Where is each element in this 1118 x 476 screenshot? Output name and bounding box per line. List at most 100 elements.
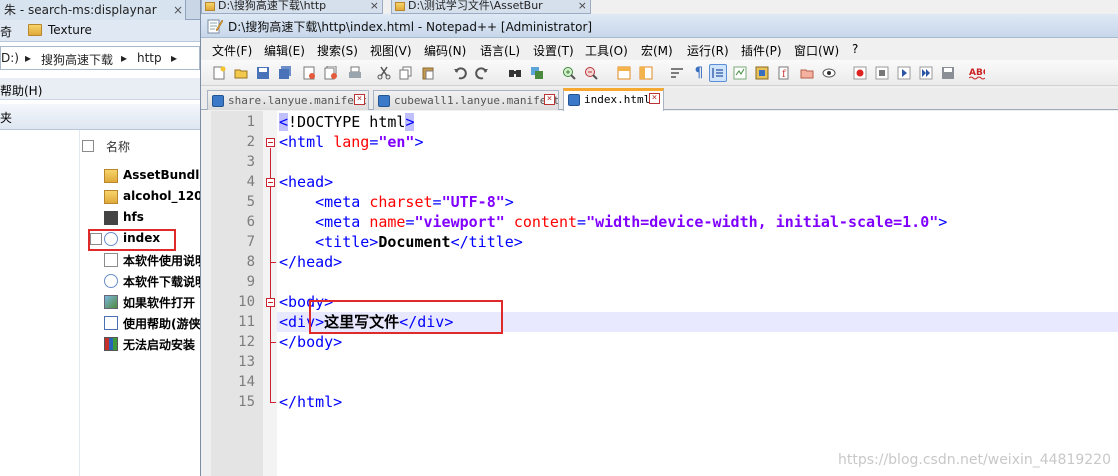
undo-icon[interactable]: [451, 64, 469, 82]
redo-icon[interactable]: [473, 64, 491, 82]
replace-icon[interactable]: [528, 64, 546, 82]
favorites-label[interactable]: 奇: [0, 23, 12, 40]
menu-help[interactable]: 帮助(H): [0, 82, 42, 99]
fold-toggle-icon[interactable]: [266, 138, 275, 147]
close-icon[interactable]: ×: [370, 0, 379, 12]
list-item[interactable]: alcohol_120_: [100, 187, 200, 207]
menu-bar: 文件(F) 编辑(E) 搜索(S) 视图(V) 编码(N) 语言(L) 设置(T…: [201, 38, 1118, 60]
sync-horizontal-icon[interactable]: [637, 64, 655, 82]
menu-encoding[interactable]: 编码(N): [424, 42, 466, 59]
texture-folder-link[interactable]: Texture: [48, 23, 92, 37]
menu-run[interactable]: 运行(R): [687, 42, 729, 59]
new-file-icon[interactable]: [210, 64, 228, 82]
save-icon[interactable]: [254, 64, 272, 82]
fold-toggle-icon[interactable]: [266, 178, 275, 187]
token: "en": [378, 133, 415, 151]
tab-cubewall-manifest[interactable]: cubewall1.lanyue.manifest ×: [373, 90, 559, 110]
menu-window[interactable]: 窗口(W): [794, 42, 839, 59]
close-icon[interactable]: ×: [173, 0, 183, 20]
list-item[interactable]: 无法启动安装: [100, 334, 200, 354]
stop-record-icon[interactable]: [873, 64, 891, 82]
breadcrumb-separator-icon[interactable]: ▸: [121, 51, 127, 65]
doc-map-icon[interactable]: [753, 64, 771, 82]
list-item[interactable]: 本软件下载说明: [100, 271, 200, 291]
breadcrumb-separator-icon[interactable]: ▸: [171, 51, 177, 65]
menu-macro[interactable]: 宏(M): [641, 42, 673, 59]
token: =: [577, 213, 587, 231]
close-icon[interactable]: [300, 64, 318, 82]
cut-icon[interactable]: [375, 64, 393, 82]
explorer-tab-search[interactable]: 朱 - search-ms:displaynar ×: [0, 0, 186, 20]
column-name-label[interactable]: 名称: [106, 138, 130, 155]
highlight-box-index: [88, 229, 176, 251]
file-name: hfs: [123, 210, 144, 224]
code-line-15: </html>: [279, 392, 342, 412]
play-macro-icon[interactable]: [895, 64, 913, 82]
show-all-chars-icon[interactable]: ¶: [690, 64, 708, 82]
code-line-1: <!DOCTYPE html>: [279, 112, 415, 132]
copy-icon[interactable]: [397, 64, 415, 82]
menu-view[interactable]: 视图(V): [370, 42, 412, 59]
list-item[interactable]: 本软件使用说明: [100, 250, 200, 270]
svg-text:ABC: ABC: [969, 68, 985, 78]
background-tab-assets[interactable]: D:\测试学习文件\AssetBur ×: [391, 0, 591, 14]
menu-file[interactable]: 文件(F): [212, 42, 252, 59]
print-icon[interactable]: [346, 64, 364, 82]
menu-language[interactable]: 语言(L): [480, 42, 520, 59]
token: "width=device-width, initial-scale=1.0": [586, 213, 939, 231]
list-item[interactable]: hfs: [100, 208, 200, 228]
close-icon[interactable]: ×: [578, 0, 587, 12]
list-item[interactable]: 如果软件打开: [100, 292, 200, 312]
breadcrumb-folder1[interactable]: 搜狗高速下载: [41, 51, 113, 68]
tab-share-manifest[interactable]: share.lanyue.manifest ×: [207, 90, 369, 110]
run-macro-multiple-icon[interactable]: [917, 64, 935, 82]
list-item[interactable]: AssetBundles: [100, 166, 200, 186]
record-macro-icon[interactable]: [851, 64, 869, 82]
menu-search[interactable]: 搜索(S): [317, 42, 358, 59]
new-folder-button[interactable]: 夹: [0, 109, 12, 126]
find-icon[interactable]: [506, 64, 524, 82]
document-icon: [104, 253, 118, 267]
title-bar[interactable]: D:\搜狗高速下载\http\index.html - Notepad++ [A…: [201, 14, 1118, 38]
menu-edit[interactable]: 编辑(E): [264, 42, 305, 59]
zoom-in-icon[interactable]: [560, 64, 578, 82]
word-wrap-icon[interactable]: [668, 64, 686, 82]
column-header[interactable]: 名称: [80, 136, 200, 156]
zoom-out-icon[interactable]: [582, 64, 600, 82]
folder-workspace-icon[interactable]: [798, 64, 816, 82]
fold-toggle-icon[interactable]: [266, 298, 275, 307]
close-tab-icon[interactable]: ×: [544, 94, 555, 105]
close-all-icon[interactable]: [322, 64, 340, 82]
paste-icon[interactable]: [419, 64, 437, 82]
explorer-address-bar[interactable]: D:) ▸ 搜狗高速下载 ▸ http ▸: [0, 46, 200, 70]
menu-help[interactable]: ?: [852, 42, 858, 56]
save-macro-icon[interactable]: [939, 64, 957, 82]
line-number: 13: [238, 354, 255, 370]
list-item[interactable]: 使用帮助(游侠: [100, 313, 200, 333]
menu-tools[interactable]: 工具(O): [585, 42, 628, 59]
tab-label: cubewall1.lanyue.manifest: [394, 94, 559, 107]
save-all-icon[interactable]: [276, 64, 294, 82]
explorer-menubar: 帮助(H): [0, 78, 200, 100]
sync-vertical-icon[interactable]: [615, 64, 633, 82]
indent-guide-icon[interactable]: [709, 64, 727, 82]
code-editor[interactable]: 1 2 3 4 5 6 7 8 9 10 11 12 13 14 15 <!DO…: [211, 111, 1118, 476]
line-number: 6: [246, 214, 255, 230]
menu-plugins[interactable]: 插件(P): [741, 42, 782, 59]
menu-settings[interactable]: 设置(T): [533, 42, 574, 59]
tab-index-html[interactable]: index.html ×: [563, 88, 664, 111]
function-list-icon[interactable]: f: [775, 64, 793, 82]
breadcrumb-separator-icon[interactable]: ▸: [25, 51, 31, 65]
monitoring-icon[interactable]: [820, 64, 838, 82]
breadcrumb-drive[interactable]: D:): [1, 51, 19, 65]
select-all-checkbox[interactable]: [82, 140, 94, 152]
background-tab-http[interactable]: D:\搜狗高速下载\http ×: [201, 0, 383, 14]
open-file-icon[interactable]: [232, 64, 250, 82]
user-language-icon[interactable]: [731, 64, 749, 82]
spell-check-icon[interactable]: ABC: [968, 64, 986, 82]
breadcrumb-folder2[interactable]: http: [137, 51, 162, 65]
token: charset: [369, 193, 433, 211]
token: </body>: [279, 333, 343, 351]
close-tab-icon[interactable]: ×: [354, 94, 365, 105]
close-tab-icon[interactable]: ×: [649, 93, 660, 104]
